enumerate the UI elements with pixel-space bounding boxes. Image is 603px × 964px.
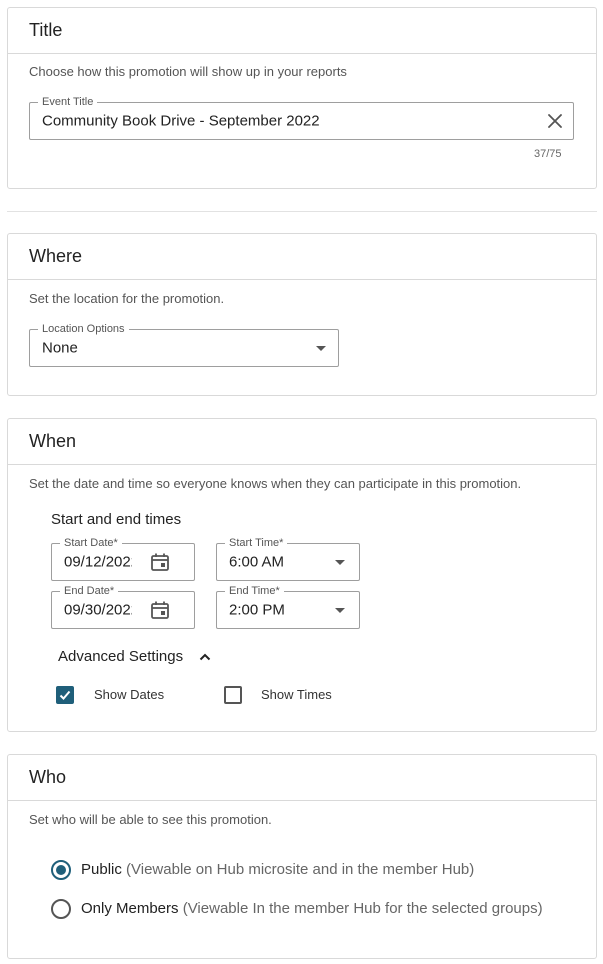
event-title-value: Community Book Drive - September 2022 — [42, 112, 320, 130]
event-title-field[interactable]: Event Title Community Book Drive - Septe… — [29, 96, 574, 140]
public-radio[interactable] — [51, 860, 71, 880]
show-times-checkbox[interactable] — [224, 686, 242, 704]
when-card: When Set the date and time so everyone k… — [7, 418, 597, 732]
show-dates-checkbox[interactable] — [56, 686, 74, 704]
close-icon[interactable] — [546, 112, 564, 130]
start-time-select[interactable]: Start Time* 6:00 AM — [216, 537, 360, 581]
title-card: Title Choose how this promotion will sho… — [7, 7, 597, 189]
where-section-heading: Where — [8, 234, 596, 280]
advanced-settings-label: Advanced Settings — [58, 648, 184, 665]
char-counter: 37/75 — [534, 148, 562, 160]
where-section-description: Set the location for the promotion. — [29, 291, 225, 306]
when-section-description: Set the date and time so everyone knows … — [29, 476, 522, 491]
title-section-description: Choose how this promotion will show up i… — [29, 64, 347, 79]
only-members-hint: (Viewable In the member Hub for the sele… — [182, 900, 543, 917]
start-time-label: Start Time* — [225, 537, 288, 549]
end-date-label: End Date* — [60, 585, 119, 597]
end-time-select[interactable]: End Time* 2:00 PM — [216, 585, 360, 629]
who-section-description: Set who will be able to see this promoti… — [29, 812, 272, 827]
location-value: None — [42, 339, 78, 357]
only-members-radio[interactable] — [51, 899, 71, 919]
where-card: Where Set the location for the promotion… — [7, 233, 597, 396]
end-date-field[interactable]: End Date* 09/30/2022 — [51, 585, 195, 629]
start-date-label: Start Date* — [60, 537, 122, 549]
start-date-field[interactable]: Start Date* 09/12/2022 — [51, 537, 195, 581]
check-icon — [59, 690, 71, 700]
show-times-label: Show Times — [261, 687, 332, 702]
calendar-icon[interactable] — [150, 552, 170, 572]
location-select[interactable]: Location Options None — [29, 323, 339, 367]
start-time-value: 6:00 AM — [229, 553, 285, 571]
start-date-value: 09/12/2022 — [64, 553, 132, 571]
start-end-subheading: Start and end times — [51, 511, 182, 528]
show-dates-label: Show Dates — [94, 687, 165, 702]
public-radio-label: Public (Viewable on Hub microsite and in… — [81, 861, 475, 878]
end-time-value: 2:00 PM — [229, 601, 285, 619]
public-hint: (Viewable on Hub microsite and in the me… — [126, 861, 475, 878]
advanced-settings-toggle[interactable]: Advanced Settings — [58, 648, 212, 665]
caret-down-icon — [335, 560, 345, 565]
location-label: Location Options — [38, 323, 129, 335]
calendar-icon[interactable] — [150, 600, 170, 620]
when-section-heading: When — [8, 419, 596, 465]
event-title-label: Event Title — [38, 96, 98, 108]
section-divider — [7, 211, 597, 212]
caret-down-icon — [316, 346, 326, 351]
title-section-heading: Title — [8, 8, 596, 54]
who-section-heading: Who — [8, 755, 596, 801]
chevron-up-icon — [199, 653, 211, 660]
who-card: Who Set who will be able to see this pro… — [7, 754, 597, 959]
end-time-label: End Time* — [225, 585, 284, 597]
only-members-radio-label: Only Members (Viewable In the member Hub… — [81, 900, 543, 917]
caret-down-icon — [335, 608, 345, 613]
end-date-value: 09/30/2022 — [64, 601, 132, 619]
